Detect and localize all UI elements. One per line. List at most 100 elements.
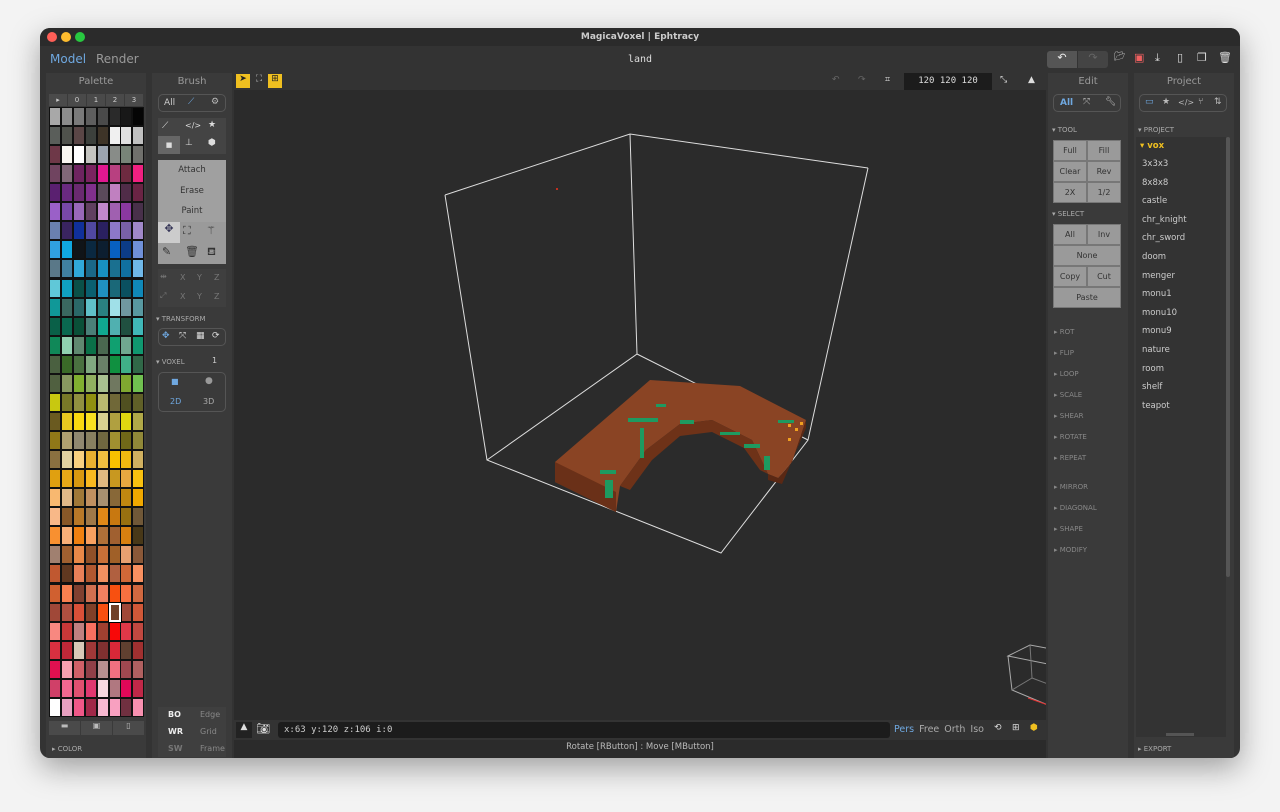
palette-swatch[interactable] xyxy=(120,335,133,355)
palette-swatch[interactable] xyxy=(84,145,97,165)
palette-swatch[interactable] xyxy=(96,164,109,184)
palette-swatch[interactable] xyxy=(72,183,85,203)
palette-swatch[interactable] xyxy=(108,469,121,489)
palette-swatch[interactable] xyxy=(108,240,121,260)
dim-3d-button[interactable]: 3D xyxy=(203,397,214,406)
palette-swatch[interactable] xyxy=(49,202,61,222)
grid-icon[interactable]: ▦ xyxy=(196,331,205,341)
palette-swatch[interactable] xyxy=(60,469,73,489)
palette-swatch[interactable] xyxy=(49,278,61,298)
palette-swatch[interactable] xyxy=(49,621,61,641)
palette-swatch[interactable] xyxy=(60,602,73,622)
axis-z-button[interactable]: Z xyxy=(214,292,219,301)
palette-swatch[interactable] xyxy=(72,507,85,527)
voxel-section[interactable]: ▾ VOXEL xyxy=(156,358,185,366)
tool-2x-button[interactable]: 2X xyxy=(1053,182,1087,203)
palette-swatch[interactable] xyxy=(132,240,145,260)
palette-swatch[interactable] xyxy=(49,602,61,622)
palette-swatch[interactable] xyxy=(120,545,133,565)
palette-swatch[interactable] xyxy=(96,411,109,431)
palette-swatch[interactable] xyxy=(72,564,85,584)
palette-swatch[interactable] xyxy=(60,526,73,546)
palette-swatch[interactable] xyxy=(60,545,73,565)
palette-swatch[interactable] xyxy=(72,469,85,489)
palette-swatch[interactable] xyxy=(132,183,145,203)
palette-swatch[interactable] xyxy=(120,450,133,470)
palette-swatch[interactable] xyxy=(49,431,61,451)
camera-icon[interactable]: 📷︎ xyxy=(256,722,270,735)
palette-swatch[interactable] xyxy=(108,621,121,641)
project-item-monu10[interactable]: monu10 xyxy=(1136,304,1226,323)
face-brush-icon[interactable]: ⊥ xyxy=(185,138,193,148)
delete-file-icon[interactable]: 🗑︎ xyxy=(1218,51,1232,64)
project-item-chr_sword[interactable]: chr_sword xyxy=(1136,229,1226,248)
palette-swatch[interactable] xyxy=(84,450,97,470)
project-item-teapot[interactable]: teapot xyxy=(1136,397,1226,416)
square-icon[interactable]: ■ xyxy=(171,377,179,386)
section-loop[interactable]: ▸ LOOP xyxy=(1054,370,1079,378)
sort-icon[interactable]: ⇅ xyxy=(1214,97,1222,107)
close-window-button[interactable] xyxy=(47,32,57,42)
select-none-button[interactable]: None xyxy=(1053,245,1121,266)
palette-swatch[interactable] xyxy=(84,545,97,565)
palette-swatch[interactable] xyxy=(132,621,145,641)
new-file-icon[interactable]: ▯ xyxy=(1177,51,1183,64)
star-icon[interactable]: ★ xyxy=(1162,97,1170,107)
open-palette-icon[interactable]: ▬ xyxy=(49,721,80,735)
palette-swatch[interactable] xyxy=(96,583,109,603)
palette-swatch[interactable] xyxy=(72,126,85,146)
palette-swatch[interactable] xyxy=(60,507,73,527)
redo-button[interactable]: ↷ xyxy=(1078,51,1108,68)
palette-swatch[interactable] xyxy=(49,297,61,317)
palette-swatch[interactable] xyxy=(120,202,133,222)
palette-swatch[interactable] xyxy=(72,488,85,508)
palette-swatch[interactable] xyxy=(108,697,121,717)
palette-swatch[interactable] xyxy=(49,316,61,336)
palette-swatch[interactable] xyxy=(108,278,121,298)
palette-swatch[interactable] xyxy=(120,107,133,126)
palette-swatch[interactable] xyxy=(49,221,61,241)
layout-icon[interactable]: ⊞ xyxy=(1012,723,1020,733)
cut-button[interactable]: Cut xyxy=(1087,266,1121,287)
palette-swatch[interactable] xyxy=(84,164,97,184)
palette-swatch[interactable] xyxy=(132,640,145,660)
viewport[interactable]: ➤ ⛶ ⊞ ↶ ↷ ⌗ 120 120 120 ⤡ ▲ ▲ 📷︎ x:63 y:… xyxy=(234,73,1046,758)
palette-swatch[interactable] xyxy=(60,183,73,203)
palette-swatch[interactable] xyxy=(72,354,85,374)
palette-swatch[interactable] xyxy=(132,526,145,546)
brush-icon[interactable]: ⟋ xyxy=(188,97,194,107)
palette-swatch[interactable] xyxy=(49,450,61,470)
palette-swatch[interactable] xyxy=(60,354,73,374)
palette-swatch[interactable] xyxy=(60,450,73,470)
palette-swatch[interactable] xyxy=(132,145,145,165)
palette-swatch[interactable] xyxy=(84,392,97,412)
view-orth[interactable]: Orth xyxy=(944,724,965,735)
brush-mode-erase[interactable]: Erase xyxy=(158,181,226,201)
palette-swatch[interactable] xyxy=(108,145,121,165)
tab-model[interactable]: Model xyxy=(50,52,86,66)
palette-swatch[interactable] xyxy=(60,621,73,641)
palette-swatch[interactable] xyxy=(60,202,73,222)
palette-swatch[interactable] xyxy=(84,526,97,546)
palette-swatch[interactable] xyxy=(60,640,73,660)
palette-swatch[interactable] xyxy=(120,354,133,374)
project-item-nature[interactable]: nature xyxy=(1136,341,1226,360)
toggle-sw[interactable]: SW xyxy=(168,744,183,753)
palette-swatch[interactable] xyxy=(96,392,109,412)
palette-swatch[interactable] xyxy=(49,640,61,660)
palette-swatch[interactable] xyxy=(60,107,73,126)
voxel-size-stepper[interactable]: 1 xyxy=(212,356,217,365)
palette-swatch[interactable] xyxy=(60,373,73,393)
palette-swatch[interactable] xyxy=(49,659,61,679)
palette-swatch[interactable] xyxy=(72,202,85,222)
palette-swatch[interactable] xyxy=(84,697,97,717)
section-rot[interactable]: ▸ ROT xyxy=(1054,328,1074,336)
color-section-toggle[interactable]: ▸ COLOR xyxy=(52,745,82,753)
palette-swatch[interactable] xyxy=(60,278,73,298)
folder-icon[interactable]: ▭ xyxy=(1145,97,1154,107)
palette-swatch[interactable] xyxy=(84,678,97,698)
palette-swatch[interactable] xyxy=(60,431,73,451)
palette-swatch[interactable] xyxy=(120,392,133,412)
palette-swatch[interactable] xyxy=(84,107,97,126)
palette-swatch[interactable] xyxy=(72,392,85,412)
